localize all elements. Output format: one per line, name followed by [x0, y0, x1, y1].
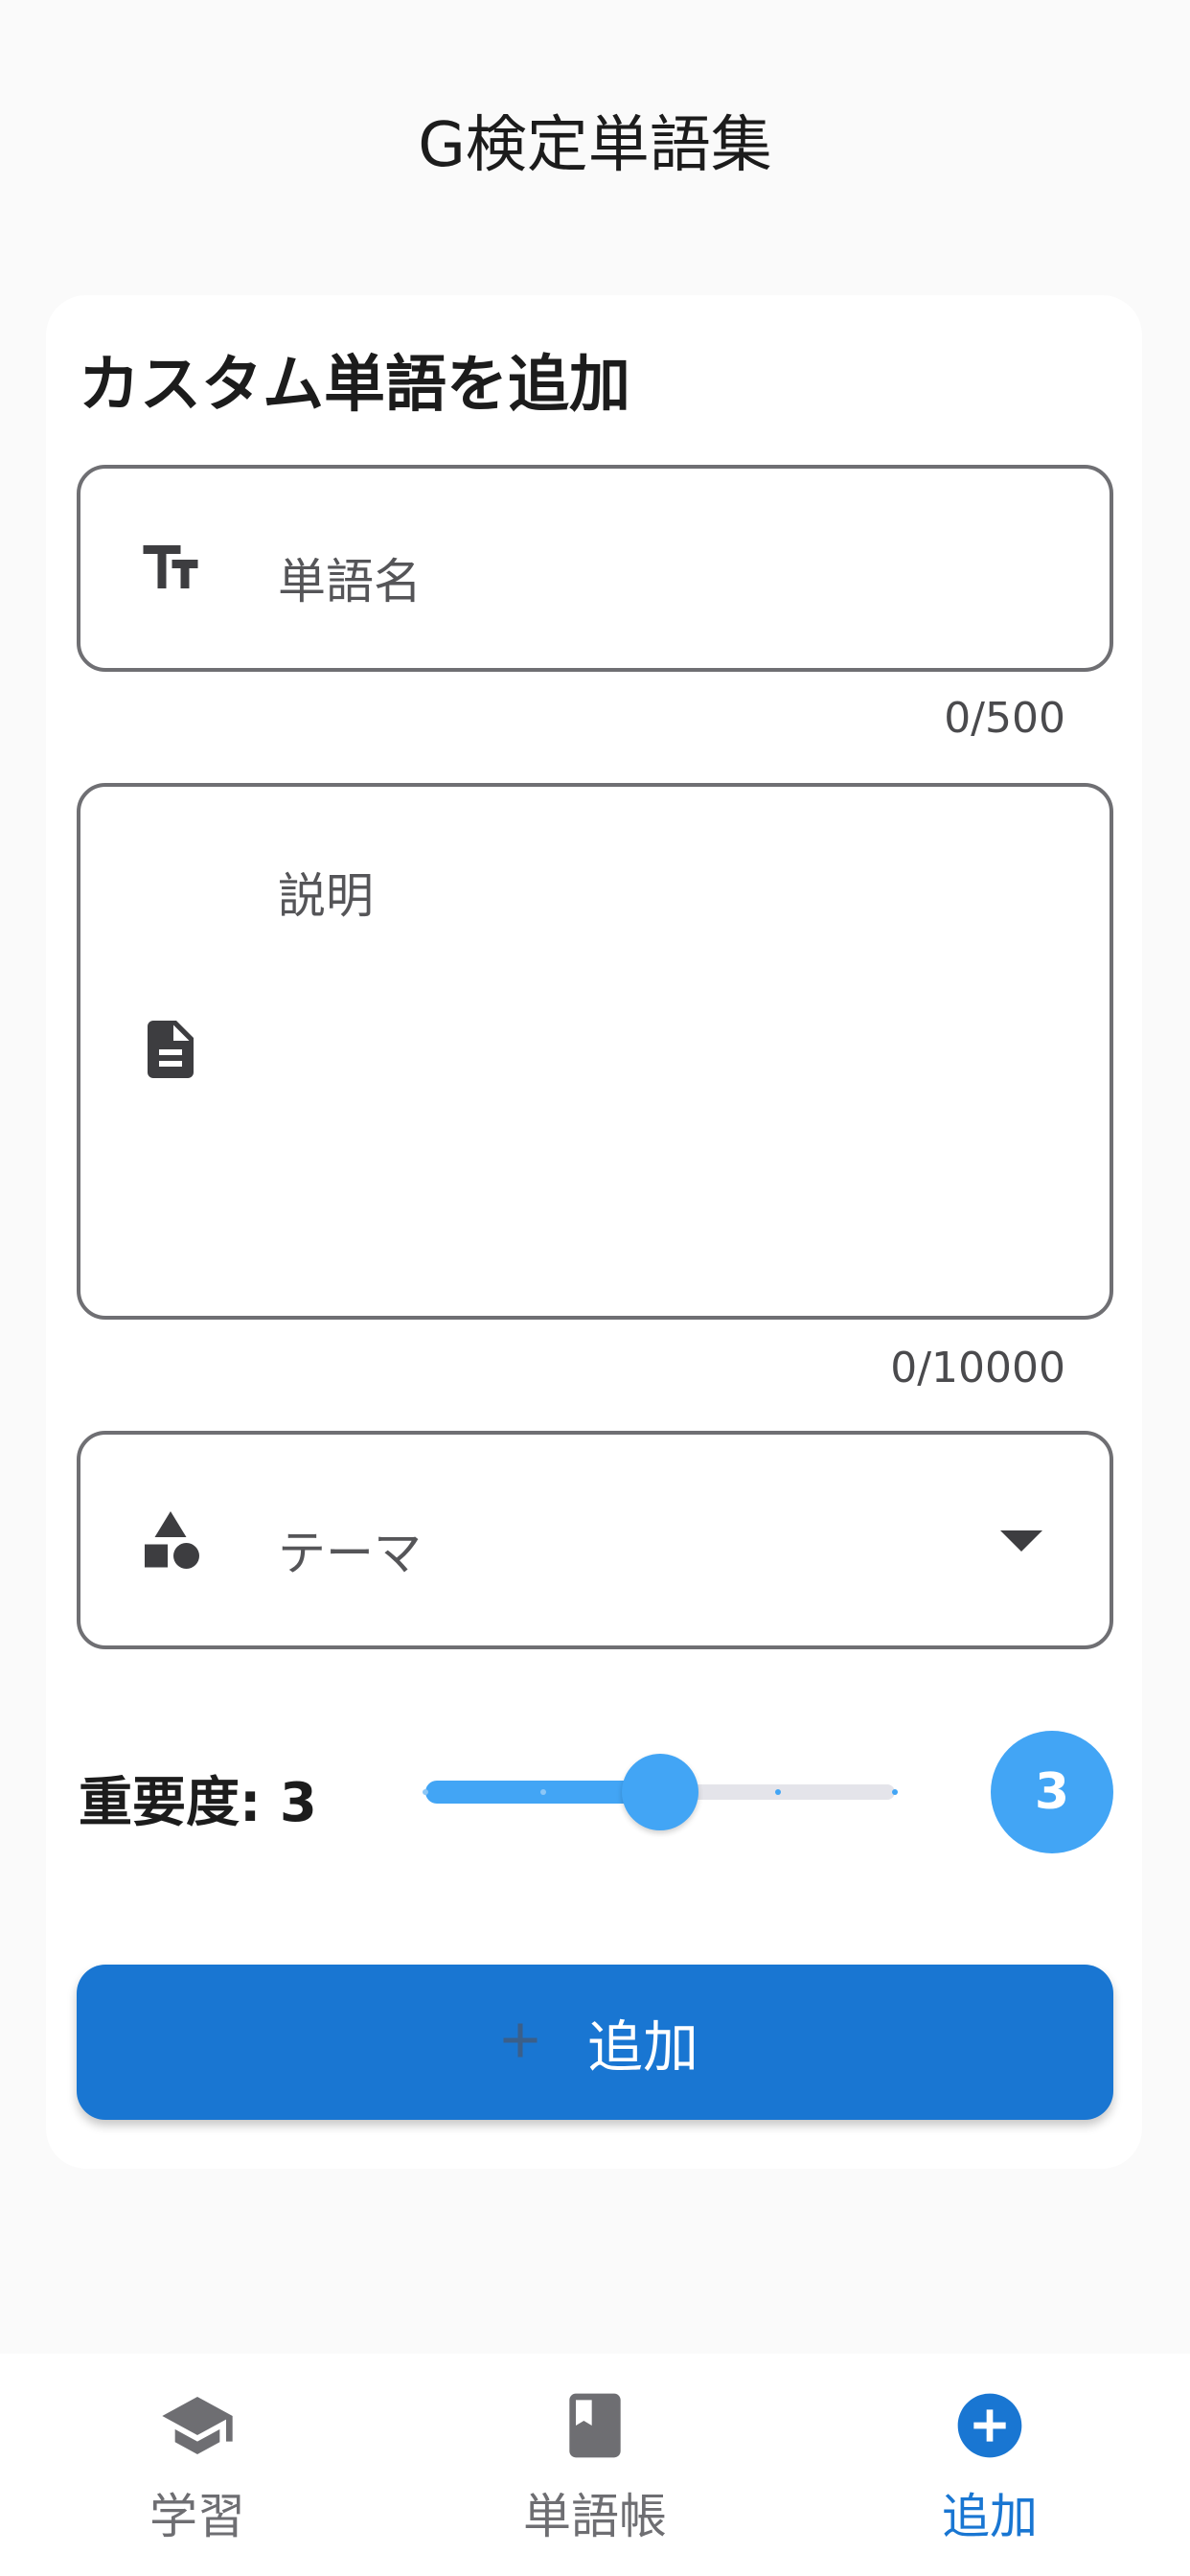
category-shapes-icon [134, 1504, 207, 1576]
description-icon [134, 1013, 207, 1086]
slider-tick [539, 1789, 546, 1795]
school-icon [154, 2382, 240, 2469]
description-counter: 0/10000 [890, 1344, 1065, 1392]
form-title: カスタム単語を追加 [79, 350, 630, 421]
word-name-field[interactable]: 単語名 [77, 465, 1113, 672]
slider-tick [423, 1789, 428, 1795]
status-bar [0, 0, 1190, 29]
plus-icon [492, 2012, 549, 2073]
theme-label: テーマ [278, 1526, 422, 1581]
slider-thumb[interactable] [622, 1754, 698, 1830]
book-icon [552, 2382, 638, 2469]
description-label: 説明 [278, 868, 374, 924]
nav-label-add: 追加 [942, 2489, 1038, 2544]
importance-value-badge: 3 [991, 1731, 1113, 1853]
app-title: G検定単語集 [418, 110, 772, 181]
nav-item-learn[interactable]: 学習 [63, 2382, 332, 2555]
theme-dropdown[interactable]: テーマ [77, 1431, 1113, 1649]
nav-item-add[interactable]: 追加 [856, 2382, 1124, 2555]
dropdown-arrow-icon [1000, 1530, 1042, 1552]
slider-tick [774, 1789, 781, 1795]
importance-slider[interactable] [422, 1754, 901, 1830]
add-button-label: 追加 [586, 2014, 698, 2080]
description-field[interactable]: 説明 [77, 783, 1113, 1320]
word-name-counter: 0/500 [944, 694, 1065, 743]
slider-tick [892, 1789, 898, 1795]
nav-item-vocabulary[interactable]: 単語帳 [461, 2382, 729, 2555]
importance-label: 重要度: 3 [79, 1772, 317, 1834]
text-fields-icon [134, 532, 207, 605]
add-circle-icon [947, 2382, 1033, 2469]
add-word-button[interactable]: 追加 [77, 1965, 1113, 2120]
nav-label-vocabulary: 単語帳 [523, 2489, 667, 2544]
nav-label-learn: 学習 [149, 2489, 245, 2544]
bottom-navigation: 学習 単語帳 追加 [0, 2354, 1190, 2576]
word-name-label: 単語名 [278, 554, 422, 610]
